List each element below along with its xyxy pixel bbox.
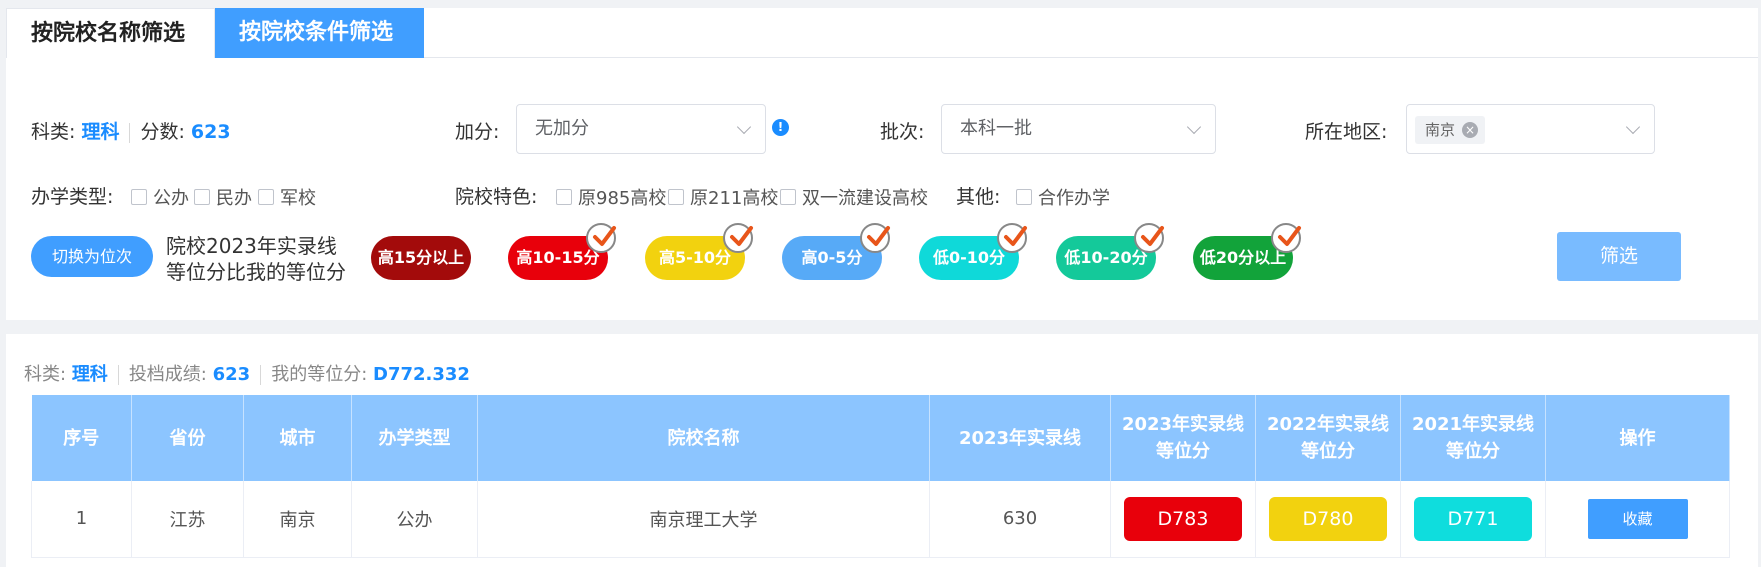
check-icon [997, 223, 1027, 253]
switch-to-rank-button[interactable]: 切换为位次 [31, 236, 153, 277]
checkbox-label: 民办 [216, 188, 252, 209]
chevron-down-icon [1625, 119, 1641, 135]
checkbox-box[interactable] [668, 189, 684, 205]
school-type-label: 办学类型: [31, 186, 114, 208]
checkbox-label: 原211高校 [690, 188, 779, 209]
cell-rank-2022: D780 [1255, 481, 1401, 558]
tab-by-name[interactable]: 按院校名称筛选 [6, 8, 215, 58]
subject-label: 科类: [31, 121, 76, 143]
summary-rank-label: 我的等位分: [271, 364, 368, 385]
other-label: 其他: [956, 186, 1001, 208]
cell-rank-2021: D771 [1400, 481, 1546, 558]
description-line: 等位分比我的等位分 [166, 260, 346, 284]
check-icon [586, 223, 616, 253]
summary-line: 科类: 理科 投档成绩: 623 我的等位分: D772.332 [24, 360, 470, 386]
table-row: 1 江苏 南京 公办 南京理工大学 630 D783 D780 D771 收藏 [31, 481, 1730, 558]
cell-action: 收藏 [1545, 481, 1730, 558]
cell-line-2023: 630 [929, 481, 1111, 558]
region-tag-label: 南京 [1425, 121, 1456, 139]
header-school-type: 办学类型 [351, 395, 478, 481]
summary-rank-value: D772.332 [373, 364, 470, 385]
summary-score-label: 投档成绩: [128, 364, 207, 385]
score-value: 623 [190, 121, 231, 143]
check-icon [1271, 223, 1301, 253]
header-line-2023: 2023年实录线 [929, 395, 1111, 481]
checkbox-box[interactable] [780, 189, 796, 205]
close-icon[interactable]: × [1462, 122, 1479, 138]
region-label: 所在地区: [1305, 121, 1388, 143]
header-rank-2023: 2023年实录线 等位分 [1110, 395, 1256, 481]
checkbox-double-first-class[interactable]: 双一流建设高校 [780, 184, 928, 210]
checkbox-label: 原985高校 [578, 188, 667, 209]
description-line: 院校2023年实录线 [166, 234, 337, 258]
batch-select[interactable]: 本科一批 [941, 104, 1216, 154]
checkbox-label: 公办 [153, 188, 189, 209]
table-header-row: 序号 省份 城市 办学类型 院校名称 2023年实录线 2023年实录线 等位分 … [31, 395, 1730, 481]
bonus-select[interactable]: 无加分 [516, 104, 766, 154]
tab-by-conditions[interactable]: 按院校条件筛选 [215, 8, 424, 58]
feature-label: 院校特色: [455, 186, 538, 208]
check-icon [723, 223, 753, 253]
cell-city: 南京 [243, 481, 352, 558]
divider [117, 365, 119, 385]
summary-subject-value: 理科 [71, 364, 108, 385]
checkbox-box[interactable] [556, 189, 572, 205]
check-icon [1134, 223, 1164, 253]
tab-bar: 按院校名称筛选 按院校条件筛选 [6, 8, 1758, 58]
cell-province: 江苏 [131, 481, 244, 558]
rank-badge: D783 [1124, 496, 1242, 541]
bonus-select-value: 无加分 [535, 118, 589, 139]
checkbox-label: 军校 [280, 188, 316, 209]
range-chip[interactable]: 高15分以上 [371, 236, 471, 280]
header-city: 城市 [243, 395, 352, 481]
header-rank-2021: 2021年实录线 等位分 [1400, 395, 1546, 481]
checkbox-box[interactable] [194, 189, 210, 205]
cell-school-name: 南京理工大学 [477, 481, 930, 558]
subject-score-info: 科类: 理科 分数: 623 [31, 117, 231, 144]
filter-button[interactable]: 筛选 [1557, 232, 1681, 281]
divider [129, 122, 131, 143]
divider [260, 365, 262, 385]
checkbox-label: 双一流建设高校 [802, 188, 928, 209]
bonus-label: 加分: [455, 121, 500, 143]
header-school-name: 院校名称 [477, 395, 930, 481]
header-action: 操作 [1545, 395, 1730, 481]
checkbox-label: 合作办学 [1038, 188, 1110, 209]
header-rank-2022: 2022年实录线 等位分 [1255, 395, 1401, 481]
checkbox-box[interactable] [258, 189, 274, 205]
header-province: 省份 [131, 395, 244, 481]
region-select[interactable]: 南京 × [1406, 104, 1655, 154]
batch-label: 批次: [880, 121, 925, 143]
rank-badge: D780 [1269, 496, 1387, 541]
checkbox-cooperative[interactable]: 合作办学 [1016, 184, 1110, 210]
chevron-down-icon [736, 119, 752, 135]
checkbox-211[interactable]: 原211高校 [668, 184, 778, 210]
chevron-down-icon [1186, 119, 1202, 135]
cell-index: 1 [31, 481, 132, 558]
summary-score-value: 623 [212, 364, 251, 385]
checkbox-public[interactable]: 公办 [131, 184, 189, 210]
rank-badge: D771 [1414, 496, 1532, 541]
header-index: 序号 [31, 395, 132, 481]
checkbox-985[interactable]: 原985高校 [556, 184, 666, 210]
cell-type: 公办 [351, 481, 478, 558]
checkbox-box[interactable] [131, 189, 147, 205]
range-description: 院校2023年实录线 等位分比我的等位分 [166, 233, 346, 285]
checkbox-private[interactable]: 民办 [194, 184, 252, 210]
cell-rank-2023: D783 [1110, 481, 1256, 558]
score-label: 分数: [140, 121, 185, 143]
info-icon[interactable]: ! [772, 119, 789, 136]
batch-select-value: 本科一批 [960, 118, 1032, 139]
favorite-button[interactable]: 收藏 [1587, 498, 1688, 539]
checkbox-box[interactable] [1016, 189, 1032, 205]
subject-value: 理科 [81, 121, 120, 143]
checkbox-military[interactable]: 军校 [258, 184, 316, 210]
summary-subject-label: 科类: [24, 364, 67, 385]
results-table: 序号 省份 城市 办学类型 院校名称 2023年实录线 2023年实录线 等位分 … [31, 395, 1730, 558]
check-icon [860, 223, 890, 253]
region-tag: 南京 × [1415, 116, 1486, 144]
